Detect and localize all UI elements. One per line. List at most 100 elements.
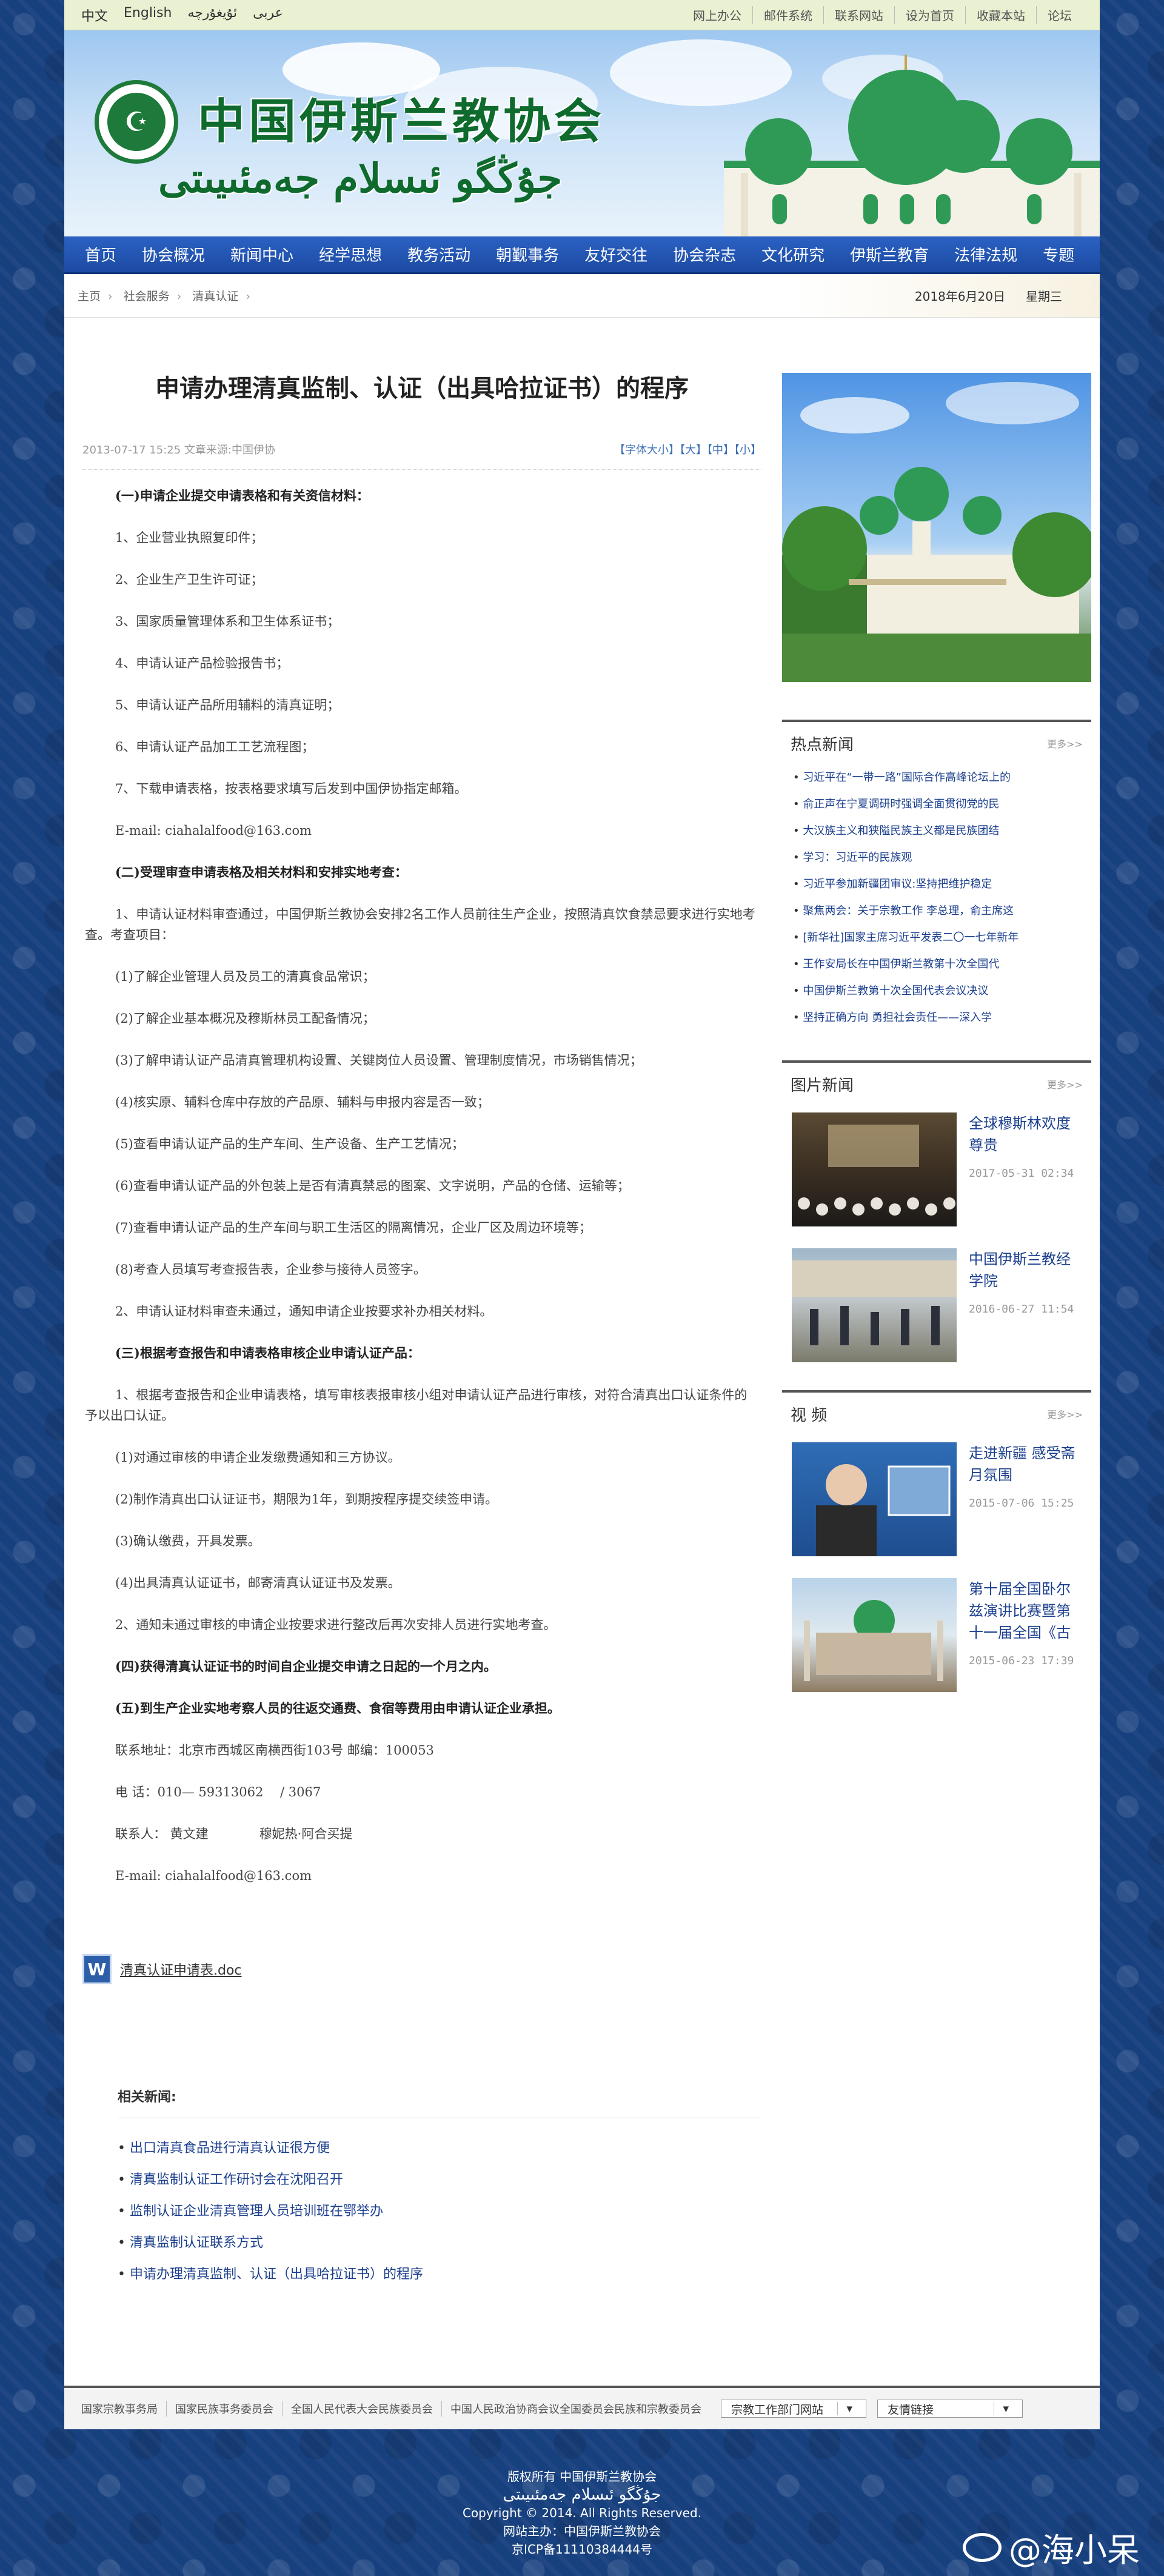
picture-news-section: 图片新闻 更多>> 全球穆斯林欢度尊贵 2017-05-31 02:34 中国伊… — [782, 1060, 1091, 1377]
chevron-down-icon: ▾ — [994, 2402, 1017, 2415]
news-title[interactable]: 全球穆斯林欢度尊贵 — [969, 1112, 1082, 1156]
article-paragraph: 7、下载申请表格，按表格要求填写后发到中国伊协指定邮箱。 — [115, 781, 467, 796]
picture-news-item[interactable]: 中国伊斯兰教经学院 2016-06-27 11:54 — [782, 1241, 1091, 1377]
article-paragraph: (4)核实原、辅料仓库中存放的产品原、辅料与申报内容是否一致； — [115, 1095, 490, 1109]
mosque-photo[interactable] — [782, 373, 1091, 682]
video-thumbnail[interactable] — [792, 1578, 957, 1692]
breadcrumb-item[interactable]: 主页 — [78, 290, 101, 303]
nav-item[interactable]: 专题 — [1043, 243, 1074, 266]
hot-news-link[interactable]: [新华社]国家主席习近平发表二〇一七年新年 — [793, 925, 1080, 951]
word-doc-icon: W — [82, 1954, 112, 1984]
hot-news-list: 习近平在“一带一路”国际合作高峰论坛上的俞正声在宁夏调研时强调全面贯彻党的民大汉… — [782, 764, 1091, 1031]
hot-news-link[interactable]: 学习：习近平的民族观 — [793, 845, 1080, 871]
video-thumbnail[interactable] — [792, 1442, 957, 1556]
footer-link[interactable]: 国家宗教事务局 — [76, 2401, 166, 2417]
nav-item[interactable]: 新闻中心 — [230, 243, 293, 266]
watermark-text: @海小呆 — [1009, 2531, 1140, 2569]
breadcrumb-bar: 主页 › 社会服务 › 清真认证 › 2018年6月20日 星期三 — [64, 274, 1100, 318]
language-option[interactable]: English — [124, 5, 172, 25]
article-meta: 2013-07-17 15:25 文章来源:中国伊协 【字体大小】【大】【中】【… — [82, 441, 761, 470]
language-option[interactable]: عربى — [253, 5, 283, 25]
more-link[interactable]: 更多>> — [1047, 736, 1083, 751]
hot-news-link[interactable]: 大汉族主义和狭隘民族主义都是民族团结 — [793, 818, 1080, 845]
video-title[interactable]: 走进新疆 感受斋月氛围 — [969, 1442, 1082, 1486]
language-option[interactable]: ئۇيغۇرچە — [187, 5, 237, 25]
attachment[interactable]: W 清真认证申请表.doc — [82, 1954, 761, 1984]
top-link[interactable]: 论坛 — [1036, 6, 1083, 24]
dept-sites-select[interactable]: 宗教工作部门网站 ▾ — [721, 2400, 866, 2418]
nav-item[interactable]: 文化研究 — [761, 243, 824, 266]
article-paragraph: 1、根据考查报告和企业申请表格，填写审核表报审核小组对申请认证产品进行审核，对符… — [85, 1388, 748, 1423]
video-section: 视 频 更多>> 走进新疆 感受斋月氛围 2015-07-06 15:25 第十… — [782, 1390, 1091, 1707]
page-container: 中文 English ئۇيغۇرچە عربى 网上办公 邮件系统 联系网站 设为首页 收藏… — [64, 0, 1100, 2429]
article-paragraph: E-mail: ciahalalfood@163.com — [115, 1868, 312, 1883]
related-news-link[interactable]: 监制认证企业清真管理人员培训班在鄂举办 — [118, 2196, 761, 2227]
font-size-controls[interactable]: 【字体大小】【大】【中】【小】 — [614, 441, 761, 457]
related-news-link[interactable]: 清真监制认证工作研讨会在沈阳召开 — [118, 2164, 761, 2196]
more-link[interactable]: 更多>> — [1047, 1407, 1083, 1421]
article-paragraph: 电 话：010— 59313062 / 3067 — [115, 1785, 321, 1799]
video-date: 2015-06-23 17:39 — [969, 1654, 1074, 1667]
top-link[interactable]: 邮件系统 — [752, 6, 823, 24]
weibo-icon — [963, 2532, 1002, 2562]
hot-news-link[interactable]: 坚持正确方向 勇担社会责任——深入学 — [793, 1005, 1080, 1031]
friend-links-select[interactable]: 友情链接 ▾ — [877, 2400, 1023, 2418]
nav-item[interactable]: 朝觐事务 — [496, 243, 559, 266]
news-title[interactable]: 中国伊斯兰教经学院 — [969, 1248, 1082, 1292]
article-paragraph: (3)了解申请认证产品清真管理机构设置、关键岗位人员设置、管理制度情况，市场销售… — [115, 1053, 643, 1068]
footer-link[interactable]: 国家民族事务委员会 — [166, 2401, 282, 2417]
nav-item[interactable]: 协会杂志 — [673, 243, 736, 266]
article-paragraph: 1、企业营业执照复印件； — [115, 530, 264, 545]
hot-news-link[interactable]: 聚焦两会：关于宗教工作 李总理，俞主席这 — [793, 898, 1080, 925]
related-news-link[interactable]: 清真监制认证联系方式 — [118, 2227, 761, 2259]
video-title[interactable]: 第十届全国卧尔兹演讲比赛暨第十一届全国《古 — [969, 1578, 1082, 1644]
video-item[interactable]: 第十届全国卧尔兹演讲比赛暨第十一届全国《古 2015-06-23 17:39 — [782, 1571, 1091, 1707]
nav-item[interactable]: 友好交往 — [584, 243, 647, 266]
breadcrumb-item[interactable]: 清真认证 — [192, 290, 238, 303]
article-paragraph: 2、申请认证材料审查未通过，通知申请企业按要求补办相关材料。 — [115, 1304, 493, 1319]
hot-news-link[interactable]: 习近平参加新疆团审议:坚持把维护稳定 — [793, 871, 1080, 898]
nav-item[interactable]: 协会概况 — [142, 243, 205, 266]
article-paragraph: 2、企业生产卫生许可证； — [115, 572, 264, 587]
sidebar: 热点新闻 更多>> 习近平在“一带一路”国际合作高峰论坛上的俞正声在宁夏调研时强… — [782, 373, 1091, 1707]
article-paragraph: (2)了解企业基本概况及穆斯林员工配备情况； — [115, 1011, 375, 1026]
top-link[interactable]: 收藏本站 — [965, 6, 1036, 24]
select-value: 宗教工作部门网站 — [731, 2403, 824, 2417]
related-news-link[interactable]: 申请办理清真监制、认证（出具哈拉证书）的程序 — [118, 2259, 761, 2290]
article-paragraph: (1)了解企业管理人员及员工的清真食品常识； — [115, 969, 375, 984]
more-link[interactable]: 更多>> — [1047, 1077, 1083, 1091]
breadcrumb-item[interactable]: 社会服务 — [124, 290, 170, 303]
article-paragraph: E-mail: ciahalalfood@163.com — [115, 823, 312, 838]
news-thumbnail[interactable] — [792, 1248, 957, 1362]
hot-news-link[interactable]: 俞正声在宁夏调研时强调全面贯彻党的民 — [793, 791, 1080, 818]
article-paragraph: 联系地址：北京市西城区南横西街103号 邮编：100053 — [115, 1743, 434, 1758]
article-paragraph: (6)查看申请认证产品的外包装上是否有清真禁忌的图案、文字说明，产品的仓储、运输… — [115, 1179, 630, 1193]
nav-item[interactable]: 法律法规 — [954, 243, 1017, 266]
copyright-notice: Copyright © 2014. All Rights Reserved. — [462, 2506, 702, 2520]
top-link[interactable]: 联系网站 — [823, 6, 894, 24]
related-news: 相关新闻: 出口清真食品进行清真认证很方便清真监制认证工作研讨会在沈阳召开监制认… — [118, 2086, 761, 2290]
association-logo[interactable]: ☪ — [95, 80, 178, 164]
attachment-link[interactable]: 清真认证申请表.doc — [120, 1959, 242, 1979]
nav-item[interactable]: 教务活动 — [407, 243, 470, 266]
nav-item[interactable]: 伊斯兰教育 — [850, 243, 929, 266]
hot-news-link[interactable]: 习近平在“一带一路”国际合作高峰论坛上的 — [793, 764, 1080, 791]
video-item[interactable]: 走进新疆 感受斋月氛围 2015-07-06 15:25 — [782, 1435, 1091, 1571]
language-switcher: 中文 English ئۇيغۇرچە عربى — [81, 5, 283, 25]
hot-news-link[interactable]: 王作安局长在中国伊斯兰教第十次全国代 — [793, 951, 1080, 978]
picture-news-item[interactable]: 全球穆斯林欢度尊贵 2017-05-31 02:34 — [782, 1105, 1091, 1241]
date-text: 2018年6月20日 — [914, 289, 1005, 304]
top-link[interactable]: 设为首页 — [894, 6, 965, 24]
chevron-down-icon: ▾ — [837, 2402, 861, 2415]
nav-item[interactable]: 经学思想 — [319, 243, 382, 266]
footer-link[interactable]: 全国人民代表大会民族委员会 — [282, 2401, 441, 2417]
nav-item[interactable]: 首页 — [85, 243, 116, 266]
footer-link[interactable]: 中国人民政治协商会议全国委员会民族和宗教委员会 — [441, 2401, 710, 2417]
news-thumbnail[interactable] — [792, 1112, 957, 1226]
top-link[interactable]: 网上办公 — [682, 6, 752, 24]
language-option[interactable]: 中文 — [81, 5, 108, 25]
article-paragraph: (3)确认缴费，开具发票。 — [115, 1534, 261, 1548]
hot-news-link[interactable]: 中国伊斯兰教第十次全国代表会议决议 — [793, 978, 1080, 1005]
related-news-link[interactable]: 出口清真食品进行清真认证很方便 — [118, 2133, 761, 2164]
article-paragraph: (2)制作清真出口认证证书，期限为1年，到期按程序提交续签申请。 — [115, 1492, 498, 1507]
